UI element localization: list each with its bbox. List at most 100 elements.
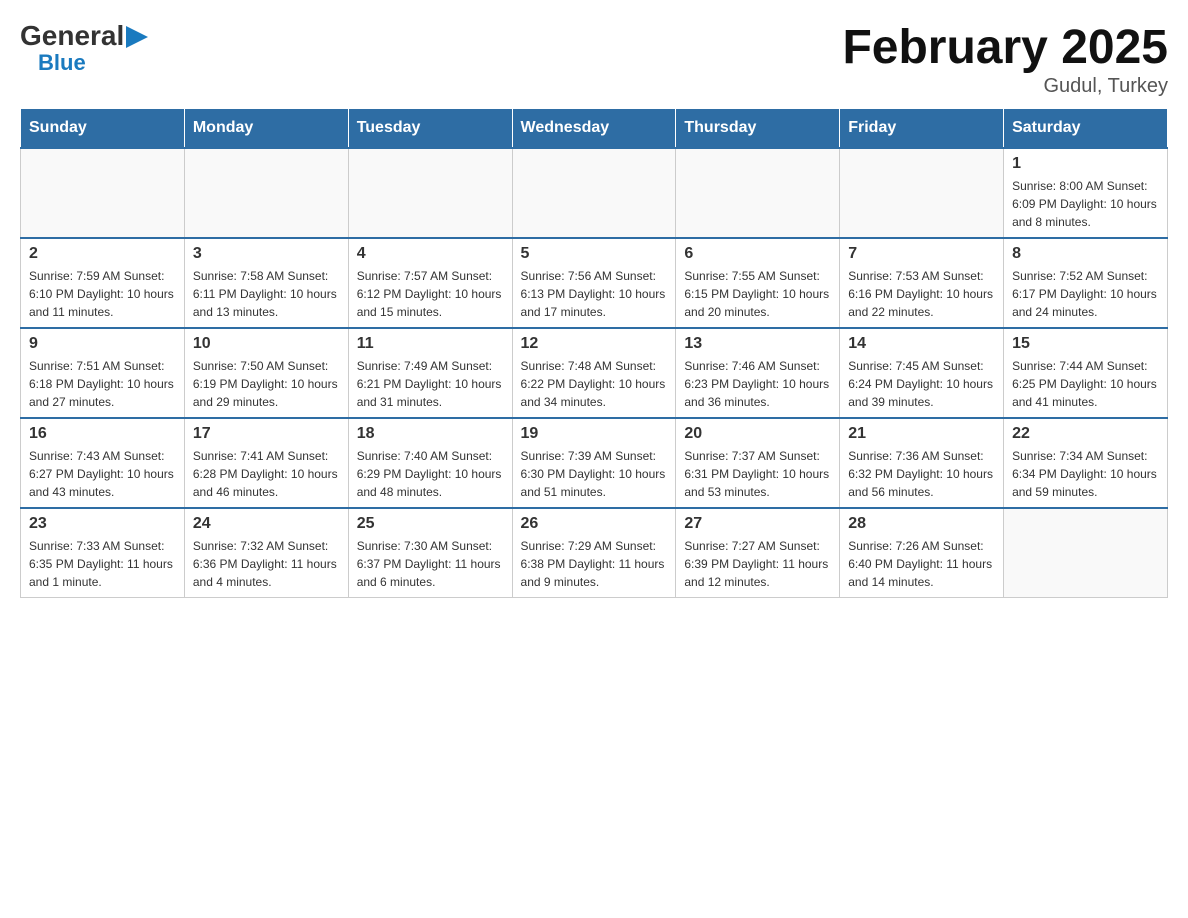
header-wednesday: Wednesday — [512, 109, 676, 149]
day-number: 15 — [1012, 335, 1159, 353]
day-number: 10 — [193, 335, 340, 353]
table-row: 18 Sunrise: 7:40 AM Sunset: 6:29 PM Dayli… — [348, 418, 512, 508]
table-row: 8 Sunrise: 7:52 AM Sunset: 6:17 PM Daylig… — [1004, 238, 1168, 328]
table-row — [512, 148, 676, 238]
day-number: 6 — [684, 245, 831, 263]
table-row: 12 Sunrise: 7:48 AM Sunset: 6:22 PM Dayli… — [512, 328, 676, 418]
table-row: 23 Sunrise: 7:33 AM Sunset: 6:35 PM Dayli… — [21, 508, 185, 598]
table-row: 2 Sunrise: 7:59 AM Sunset: 6:10 PM Daylig… — [21, 238, 185, 328]
day-number: 23 — [29, 515, 176, 533]
table-row: 3 Sunrise: 7:58 AM Sunset: 6:11 PM Daylig… — [184, 238, 348, 328]
logo-triangle-icon — [126, 26, 148, 48]
table-row: 15 Sunrise: 7:44 AM Sunset: 6:25 PM Dayli… — [1004, 328, 1168, 418]
day-number: 8 — [1012, 245, 1159, 263]
table-row — [21, 148, 185, 238]
calendar-table: Sunday Monday Tuesday Wednesday Thursday… — [20, 108, 1168, 598]
day-number: 16 — [29, 425, 176, 443]
calendar-header-row: Sunday Monday Tuesday Wednesday Thursday… — [21, 109, 1168, 149]
table-row: 26 Sunrise: 7:29 AM Sunset: 6:38 PM Dayli… — [512, 508, 676, 598]
day-number: 26 — [521, 515, 668, 533]
day-number: 13 — [684, 335, 831, 353]
page-header: General Blue February 2025 Gudul, Turkey — [20, 20, 1168, 98]
header-monday: Monday — [184, 109, 348, 149]
table-row — [348, 148, 512, 238]
table-row: 22 Sunrise: 7:34 AM Sunset: 6:34 PM Dayli… — [1004, 418, 1168, 508]
day-info: Sunrise: 7:33 AM Sunset: 6:35 PM Dayligh… — [29, 537, 176, 591]
table-row: 14Sunrise: 7:45 AM Sunset: 6:24 PM Dayli… — [840, 328, 1004, 418]
day-number: 22 — [1012, 425, 1159, 443]
table-row: 19 Sunrise: 7:39 AM Sunset: 6:30 PM Dayli… — [512, 418, 676, 508]
day-info: Sunrise: 7:48 AM Sunset: 6:22 PM Dayligh… — [521, 357, 668, 411]
day-number: 9 — [29, 335, 176, 353]
table-row: 21 Sunrise: 7:36 AM Sunset: 6:32 PM Dayli… — [840, 418, 1004, 508]
table-row: 27Sunrise: 7:27 AM Sunset: 6:39 PM Dayli… — [676, 508, 840, 598]
day-info: Sunrise: 7:44 AM Sunset: 6:25 PM Dayligh… — [1012, 357, 1159, 411]
day-number: 14 — [848, 335, 995, 353]
day-info: Sunrise: 7:30 AM Sunset: 6:37 PM Dayligh… — [357, 537, 504, 591]
day-info: Sunrise: 7:36 AM Sunset: 6:32 PM Dayligh… — [848, 447, 995, 501]
table-row: 28 Sunrise: 7:26 AM Sunset: 6:40 PM Dayli… — [840, 508, 1004, 598]
day-info: Sunrise: 7:39 AM Sunset: 6:30 PM Dayligh… — [521, 447, 668, 501]
day-number: 1 — [1012, 155, 1159, 173]
day-info: Sunrise: 7:32 AM Sunset: 6:36 PM Dayligh… — [193, 537, 340, 591]
day-info: Sunrise: 7:43 AM Sunset: 6:27 PM Dayligh… — [29, 447, 176, 501]
day-info: Sunrise: 7:57 AM Sunset: 6:12 PM Dayligh… — [357, 267, 504, 321]
day-number: 7 — [848, 245, 995, 263]
table-row: 20 Sunrise: 7:37 AM Sunset: 6:31 PM Dayli… — [676, 418, 840, 508]
day-number: 12 — [521, 335, 668, 353]
day-info: Sunrise: 7:41 AM Sunset: 6:28 PM Dayligh… — [193, 447, 340, 501]
day-number: 18 — [357, 425, 504, 443]
table-row: 10 Sunrise: 7:50 AM Sunset: 6:19 PM Dayli… — [184, 328, 348, 418]
day-info: Sunrise: 7:29 AM Sunset: 6:38 PM Dayligh… — [521, 537, 668, 591]
calendar-week-row: 16 Sunrise: 7:43 AM Sunset: 6:27 PM Dayli… — [21, 418, 1168, 508]
table-row: 6Sunrise: 7:55 AM Sunset: 6:15 PM Daylig… — [676, 238, 840, 328]
logo-general: General — [20, 20, 124, 52]
day-number: 19 — [521, 425, 668, 443]
day-info: Sunrise: 7:50 AM Sunset: 6:19 PM Dayligh… — [193, 357, 340, 411]
table-row: 17 Sunrise: 7:41 AM Sunset: 6:28 PM Dayli… — [184, 418, 348, 508]
day-info: Sunrise: 7:26 AM Sunset: 6:40 PM Dayligh… — [848, 537, 995, 591]
logo-blue: Blue — [38, 50, 86, 75]
day-info: Sunrise: 7:58 AM Sunset: 6:11 PM Dayligh… — [193, 267, 340, 321]
table-row: 24Sunrise: 7:32 AM Sunset: 6:36 PM Dayli… — [184, 508, 348, 598]
table-row: 13 Sunrise: 7:46 AM Sunset: 6:23 PM Dayli… — [676, 328, 840, 418]
day-number: 17 — [193, 425, 340, 443]
table-row: 7Sunrise: 7:53 AM Sunset: 6:16 PM Daylig… — [840, 238, 1004, 328]
day-info: Sunrise: 7:40 AM Sunset: 6:29 PM Dayligh… — [357, 447, 504, 501]
day-number: 3 — [193, 245, 340, 263]
day-info: Sunrise: 7:59 AM Sunset: 6:10 PM Dayligh… — [29, 267, 176, 321]
page-title: February 2025 — [842, 20, 1168, 75]
calendar-week-row: 2 Sunrise: 7:59 AM Sunset: 6:10 PM Daylig… — [21, 238, 1168, 328]
day-info: Sunrise: 7:56 AM Sunset: 6:13 PM Dayligh… — [521, 267, 668, 321]
day-info: Sunrise: 7:51 AM Sunset: 6:18 PM Dayligh… — [29, 357, 176, 411]
day-number: 25 — [357, 515, 504, 533]
table-row: 9 Sunrise: 7:51 AM Sunset: 6:18 PM Daylig… — [21, 328, 185, 418]
day-number: 11 — [357, 335, 504, 353]
table-row — [676, 148, 840, 238]
day-number: 20 — [684, 425, 831, 443]
day-info: Sunrise: 7:49 AM Sunset: 6:21 PM Dayligh… — [357, 357, 504, 411]
table-row — [1004, 508, 1168, 598]
day-number: 2 — [29, 245, 176, 263]
day-info: Sunrise: 7:52 AM Sunset: 6:17 PM Dayligh… — [1012, 267, 1159, 321]
day-number: 21 — [848, 425, 995, 443]
table-row — [184, 148, 348, 238]
day-number: 28 — [848, 515, 995, 533]
table-row: 16 Sunrise: 7:43 AM Sunset: 6:27 PM Dayli… — [21, 418, 185, 508]
day-info: Sunrise: 7:37 AM Sunset: 6:31 PM Dayligh… — [684, 447, 831, 501]
table-row: 5 Sunrise: 7:56 AM Sunset: 6:13 PM Daylig… — [512, 238, 676, 328]
calendar-week-row: 1 Sunrise: 8:00 AM Sunset: 6:09 PM Daylig… — [21, 148, 1168, 238]
day-info: Sunrise: 8:00 AM Sunset: 6:09 PM Dayligh… — [1012, 177, 1159, 231]
header-tuesday: Tuesday — [348, 109, 512, 149]
day-info: Sunrise: 7:46 AM Sunset: 6:23 PM Dayligh… — [684, 357, 831, 411]
title-block: February 2025 Gudul, Turkey — [842, 20, 1168, 98]
table-row: 4 Sunrise: 7:57 AM Sunset: 6:12 PM Daylig… — [348, 238, 512, 328]
header-friday: Friday — [840, 109, 1004, 149]
day-number: 4 — [357, 245, 504, 263]
logo: General Blue — [20, 20, 148, 76]
header-sunday: Sunday — [21, 109, 185, 149]
day-number: 5 — [521, 245, 668, 263]
day-info: Sunrise: 7:34 AM Sunset: 6:34 PM Dayligh… — [1012, 447, 1159, 501]
location-label: Gudul, Turkey — [842, 75, 1168, 98]
day-info: Sunrise: 7:27 AM Sunset: 6:39 PM Dayligh… — [684, 537, 831, 591]
